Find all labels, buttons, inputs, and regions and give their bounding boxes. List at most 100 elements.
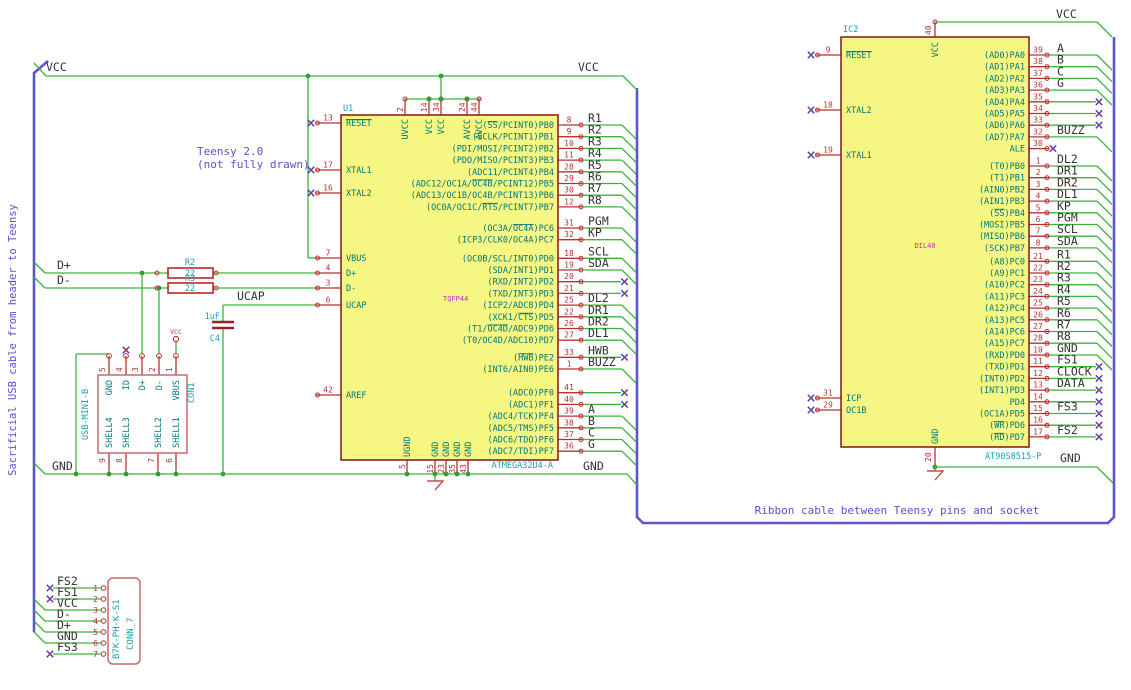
pin-number: 27 xyxy=(1033,322,1043,331)
pin-number: 15 xyxy=(1033,404,1043,413)
pin-number: 6 xyxy=(1036,215,1041,224)
component-value: USB-MINI-B xyxy=(81,389,91,440)
bus-entry xyxy=(621,257,637,273)
no-connect-icon xyxy=(1097,424,1101,427)
wire xyxy=(33,261,46,274)
pin-end-circle xyxy=(100,640,107,646)
no-connect-icon xyxy=(623,391,626,394)
pin-number: 28 xyxy=(564,162,574,171)
pin-number: 39 xyxy=(564,407,574,416)
bus-entry xyxy=(1096,177,1113,194)
net-label: R8 xyxy=(588,193,602,207)
c4-capacitor[interactable] xyxy=(212,320,234,330)
wire xyxy=(33,276,46,289)
pin-number: 42 xyxy=(323,386,333,395)
component-ref: R2 xyxy=(185,258,195,268)
net-label: KP xyxy=(588,226,602,240)
pin-number: 17 xyxy=(1033,427,1043,436)
pin-number: 33 xyxy=(1033,116,1043,125)
vcc-symbol-icon xyxy=(172,335,180,343)
bus-entry xyxy=(1096,54,1113,71)
vcc-symbol-label: VCC xyxy=(170,328,182,336)
no-connect-icon xyxy=(48,652,52,656)
pin-number: 38 xyxy=(564,418,574,427)
no-connect-icon xyxy=(809,108,813,112)
pin-number: 28 xyxy=(1033,334,1043,343)
pin-number: 7 xyxy=(147,458,156,463)
bus-entry xyxy=(1096,212,1113,229)
net-label: FS3 xyxy=(57,640,78,654)
bus-entry xyxy=(621,147,637,163)
pin-number: 9 xyxy=(826,46,831,55)
pin-name: (A11)PC3 xyxy=(984,292,1025,302)
pin-name: (ADC1)PF1 xyxy=(508,400,554,410)
pin-number: 34 xyxy=(432,102,441,112)
net-label: DL1 xyxy=(588,326,609,340)
bus-entry xyxy=(621,206,637,222)
bus-entry xyxy=(33,609,46,622)
pin-number: 2 xyxy=(396,107,405,112)
pin-number: 1 xyxy=(93,584,98,593)
bus-entry xyxy=(621,159,637,175)
net-label: DATA xyxy=(1057,376,1085,390)
junction-dot xyxy=(106,471,112,477)
no-connect-icon xyxy=(809,53,813,57)
pin-number: 2 xyxy=(93,595,98,604)
pin-number: 4 xyxy=(1036,192,1041,201)
schematic-canvas[interactable]: VCC VCC D+ D- UCAP 1uF C4 R2 22 R3 22 GND GND VCC 5 GND… xyxy=(0,0,1131,690)
bus-entry xyxy=(621,415,637,431)
net-label-gnd: GND xyxy=(52,459,73,473)
pin-name: (T1/OC4D/ADC9)PD6 xyxy=(467,325,554,335)
pin-end-circle xyxy=(100,629,107,635)
pin-number: 14 xyxy=(1033,392,1043,401)
pin-number: 13 xyxy=(1033,381,1043,390)
no-connect-icon xyxy=(623,403,626,406)
no-connect-icon xyxy=(809,396,813,400)
pin-name: GND xyxy=(464,442,474,457)
pin-name: XTAL2 xyxy=(846,106,872,116)
pin-number: 6 xyxy=(165,458,174,463)
pin-number: 16 xyxy=(1033,416,1043,425)
pin-name: UCAP xyxy=(346,301,366,311)
pin-name: (ADC7/TDI)PF7 xyxy=(487,447,554,457)
no-connect-icon xyxy=(309,168,313,172)
pin-name: (PDO/MISO/PCINT3)PB3 xyxy=(452,156,554,166)
pin-name: ID xyxy=(122,380,132,390)
pin-name: (T1)PB1 xyxy=(989,174,1025,184)
pin-name: (AIN0)PB2 xyxy=(979,185,1025,195)
pin-name: (TXD/INT3)PD3 xyxy=(487,289,554,299)
pin-number: 12 xyxy=(564,197,574,206)
bus-entry xyxy=(1096,77,1113,94)
bus-entry xyxy=(1096,200,1113,217)
no-connect-icon xyxy=(809,153,813,157)
pin-number: 26 xyxy=(564,319,574,328)
pin-name: (SS)PB4 xyxy=(989,209,1025,219)
note-left-vertical: Sacrificial USB cable from header to Tee… xyxy=(7,204,19,476)
pin-number: 35 xyxy=(1033,92,1043,101)
pin-name: (SCK)PB7 xyxy=(984,244,1025,254)
net-label: SDA xyxy=(588,256,609,270)
pin-number: 3 xyxy=(326,279,331,288)
net-label-vcc: VCC xyxy=(1056,7,1077,21)
bus-entry xyxy=(621,328,637,343)
pin-name: RESET xyxy=(346,119,372,129)
pin-name: (AD4)PA4 xyxy=(984,98,1025,108)
pin-name: SHELL3 xyxy=(122,417,132,448)
bus-entry xyxy=(621,439,637,454)
pin-number: 7 xyxy=(93,650,98,659)
bus-entry xyxy=(1096,466,1114,484)
pin-number: 19 xyxy=(564,261,574,270)
pin-name: (OC3A/OC4A)PC6 xyxy=(482,224,554,234)
no-connect-icon xyxy=(48,597,52,601)
net-label-gnd: GND xyxy=(1060,451,1081,465)
pin-name: D- xyxy=(155,380,165,390)
pin-number: 9 xyxy=(567,127,572,136)
net-label: BUZZ xyxy=(588,355,616,369)
pin-name: VBUS xyxy=(172,380,182,400)
schematic-sheet: VCC VCCD+D-UCAP1uFC4R222R322GND GNDVCC5GND… xyxy=(7,7,1116,665)
pin-number: 20 xyxy=(564,272,574,281)
pin-name: PD4 xyxy=(1010,398,1025,408)
pin-number: 34 xyxy=(1033,104,1043,113)
pin-number: 2 xyxy=(1036,168,1041,177)
component-value: ATMEGA32U4-A xyxy=(492,461,553,471)
